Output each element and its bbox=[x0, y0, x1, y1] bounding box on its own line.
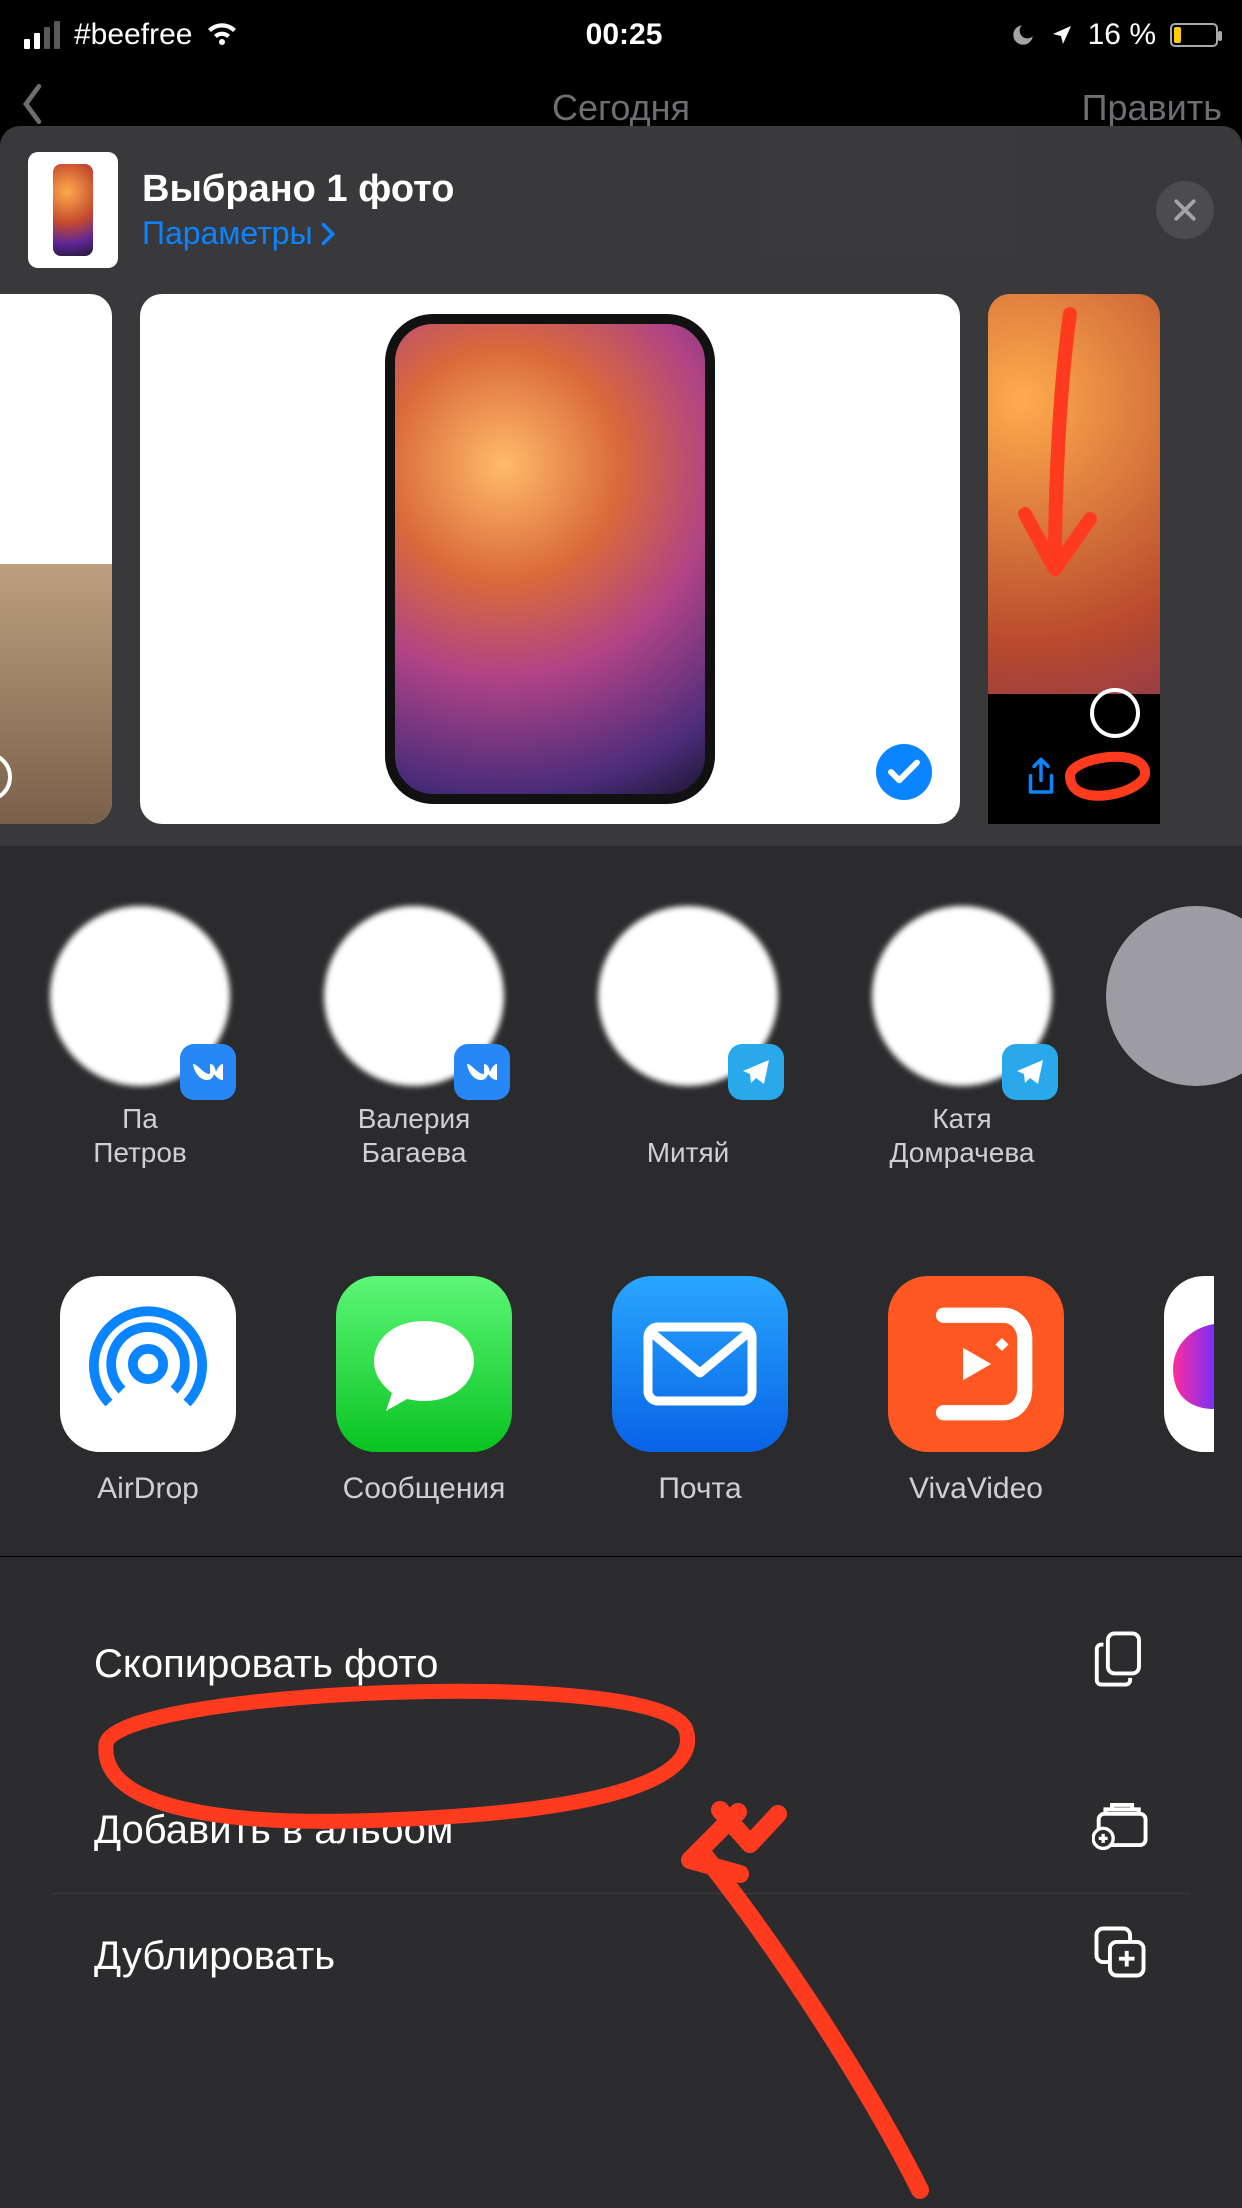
app-airdrop[interactable]: AirDrop bbox=[60, 1276, 236, 1506]
contact-name: ВалерияБагаева bbox=[358, 1102, 471, 1170]
annotation-circle-icon bbox=[1060, 741, 1150, 816]
selected-thumbnail bbox=[28, 152, 118, 268]
app-label: AirDrop bbox=[97, 1472, 199, 1506]
messages-icon bbox=[336, 1276, 512, 1452]
airdrop-icon bbox=[60, 1276, 236, 1452]
share-actions: Скопировать фото Добавить в альбом Дубли… bbox=[0, 1557, 1242, 2019]
action-label: Дублировать bbox=[94, 1934, 335, 1979]
vivavideo-icon bbox=[888, 1276, 1064, 1452]
photo-thumb[interactable]: 0... bbox=[0, 294, 112, 824]
vk-badge-icon bbox=[180, 1044, 236, 1100]
close-button[interactable] bbox=[1156, 181, 1214, 239]
avatar bbox=[1106, 906, 1242, 1086]
app-label: Почта bbox=[658, 1472, 741, 1506]
share-sheet: Выбрано 1 фото Параметры 0... bbox=[0, 126, 1242, 2208]
share-contacts-row[interactable]: ПаПетров ВалерияБагаева Митяй КатяДомрач… bbox=[0, 846, 1242, 1252]
location-arrow-icon bbox=[1050, 23, 1074, 47]
status-bar: #beefree 00:25 16 % bbox=[0, 0, 1242, 70]
dnd-moon-icon bbox=[1010, 22, 1036, 48]
app-label: VivaVideo bbox=[909, 1472, 1043, 1506]
app-icon bbox=[1164, 1276, 1214, 1452]
share-apps-row[interactable]: AirDrop Сообщения Почта VivaVideo bbox=[0, 1252, 1242, 1557]
clock: 00:25 bbox=[586, 18, 663, 52]
copy-icon bbox=[1092, 1629, 1148, 1699]
add-album-icon bbox=[1092, 1800, 1148, 1860]
annotation-arrow-icon bbox=[1000, 304, 1110, 619]
telegram-badge-icon bbox=[1002, 1044, 1058, 1100]
contact-name: КатяДомрачева bbox=[890, 1102, 1035, 1170]
vk-badge-icon bbox=[454, 1044, 510, 1100]
photo-thumb[interactable] bbox=[988, 294, 1160, 824]
action-duplicate[interactable]: Дублировать bbox=[52, 1893, 1190, 2019]
action-copy-photo[interactable]: Скопировать фото bbox=[52, 1601, 1190, 1727]
mail-icon bbox=[612, 1276, 788, 1452]
battery-pct: 16 % bbox=[1088, 18, 1156, 52]
selection-ring-icon[interactable] bbox=[1090, 688, 1140, 738]
share-contact[interactable]: КатяДомрачева bbox=[872, 906, 1052, 1212]
sheet-title: Выбрано 1 фото bbox=[142, 168, 454, 211]
app-messages[interactable]: Сообщения bbox=[336, 1276, 512, 1506]
share-contact-more[interactable] bbox=[1106, 906, 1242, 1212]
app-more[interactable] bbox=[1164, 1276, 1214, 1506]
app-label: Сообщения bbox=[343, 1472, 506, 1506]
share-contact[interactable]: Митяй bbox=[598, 906, 778, 1212]
sheet-header: Выбрано 1 фото Параметры bbox=[0, 126, 1242, 290]
app-mail[interactable]: Почта bbox=[612, 1276, 788, 1506]
battery-icon bbox=[1170, 23, 1218, 47]
carrier-label: #beefree bbox=[74, 18, 192, 52]
share-contact[interactable]: ВалерияБагаева bbox=[324, 906, 504, 1212]
share-icon bbox=[1024, 757, 1058, 804]
action-label: Скопировать фото bbox=[94, 1642, 438, 1687]
signal-icon bbox=[24, 21, 60, 49]
contact-name: Митяй bbox=[647, 1102, 730, 1170]
contact-name: ПаПетров bbox=[93, 1102, 187, 1170]
wifi-icon bbox=[206, 23, 238, 47]
action-add-to-album[interactable]: Добавить в альбом bbox=[52, 1767, 1190, 1893]
action-label: Добавить в альбом bbox=[94, 1808, 453, 1853]
app-vivavideo[interactable]: VivaVideo bbox=[888, 1276, 1064, 1506]
photo-selection-strip[interactable]: 0... bbox=[0, 290, 1242, 846]
photo-thumb-selected[interactable] bbox=[140, 294, 960, 824]
bg-title: Сегодня bbox=[552, 87, 690, 129]
telegram-badge-icon bbox=[728, 1044, 784, 1100]
options-link[interactable]: Параметры bbox=[142, 215, 454, 252]
share-contact[interactable]: ПаПетров bbox=[50, 906, 230, 1212]
duplicate-icon bbox=[1092, 1924, 1148, 1990]
edit-link: Править bbox=[1082, 87, 1222, 129]
selected-check-icon[interactable] bbox=[876, 744, 932, 800]
